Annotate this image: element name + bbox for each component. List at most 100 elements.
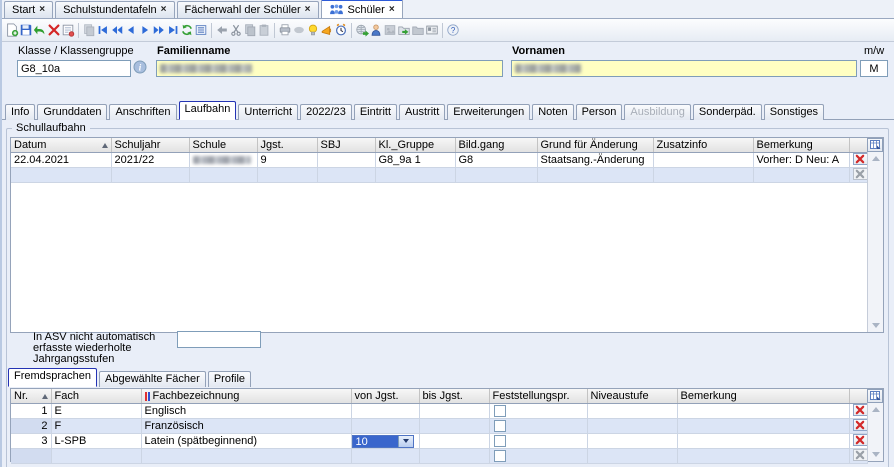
cell-zusatzinfo[interactable] [653,153,753,168]
cell-bis-jgst[interactable] [419,404,489,419]
cut-icon[interactable] [229,20,243,40]
repeat-grades-input[interactable] [177,331,261,348]
vertical-scrollbar[interactable] [867,152,883,332]
info-icon[interactable]: i [133,60,147,74]
tab-anschriften[interactable]: Anschriften [109,104,176,120]
delete-row-button[interactable] [853,404,868,416]
col-schuljahr[interactable]: Schuljahr [111,138,189,153]
cell-fachbezeichnung[interactable]: Englisch [141,404,351,419]
cell-nr[interactable]: 1 [11,404,51,419]
window-tab-schueler[interactable]: Schüler × [321,0,403,18]
chevron-down-icon[interactable] [398,436,413,447]
feststellungspr-checkbox[interactable] [494,420,506,432]
table-row[interactable]: 1 E Englisch [11,404,867,419]
cell-nr[interactable]: 3 [11,434,51,449]
col-fachbezeichnung[interactable]: Fachbezeichnung [141,389,351,404]
cell-von-jgst[interactable] [351,404,419,419]
col-bis-jgst[interactable]: bis Jgst. [419,389,489,404]
tab-info[interactable]: Info [5,104,35,120]
scroll-down-icon[interactable] [872,323,880,328]
tab-noten[interactable]: Noten [532,104,573,120]
window-tab-schulstundentafeln[interactable]: Schulstundentafeln × [55,1,174,18]
col-bemerkung[interactable]: Bemerkung [753,138,849,153]
tab-sonderpaed[interactable]: Sonderpäd. [693,104,762,120]
cell-niveaustufe[interactable] [587,434,677,449]
scroll-up-icon[interactable] [872,407,880,412]
print-icon[interactable] [278,20,292,40]
archive-folder-icon[interactable] [411,20,425,40]
rewind-icon[interactable] [110,20,124,40]
table-row[interactable]: 22.04.2021 2021/22 9 G8_9a 1 G8 Staatsan… [11,153,867,168]
tab-unterricht[interactable]: Unterricht [238,104,298,120]
cell-bildgang[interactable]: G8 [455,153,537,168]
von-jgst-combobox[interactable]: 10 [352,435,414,448]
column-config-button[interactable] [867,138,883,152]
tab-2022-23[interactable]: 2022/23 [300,104,352,120]
window-tab-start[interactable]: Start × [4,1,53,18]
tab-grunddaten[interactable]: Grunddaten [37,104,107,120]
cell-jgst[interactable]: 9 [257,153,317,168]
tab-sonstiges[interactable]: Sonstiges [764,104,824,120]
scroll-up-icon[interactable] [872,156,880,161]
fast-forward-icon[interactable] [152,20,166,40]
announcement-icon[interactable] [320,20,334,40]
cell-datum[interactable]: 22.04.2021 [11,153,111,168]
window-tab-faecherwahl[interactable]: Fächerwahl der Schüler × [177,1,319,18]
delete-row-button[interactable] [853,153,868,165]
col-schule[interactable]: Schule [189,138,257,153]
cell-bemerkung[interactable] [677,419,849,434]
vornamen-input[interactable] [511,60,857,77]
col-nr[interactable]: Nr. [11,389,51,404]
next-record-icon[interactable] [138,20,152,40]
help-icon[interactable]: ? [446,20,460,40]
import-folder-icon[interactable] [397,20,411,40]
close-icon[interactable]: × [305,5,311,15]
copy-record-icon[interactable] [82,20,96,40]
col-feststellungspr[interactable]: Feststellungspr. [489,389,587,404]
col-bemerkung[interactable]: Bemerkung [677,389,849,404]
tab-fremdsprachen[interactable]: Fremdsprachen [8,368,97,387]
paste-icon[interactable] [257,20,271,40]
delete-row-button[interactable] [853,419,868,431]
col-grund[interactable]: Grund für Änderung [537,138,653,153]
tab-eintritt[interactable]: Eintritt [354,104,397,120]
cell-schuljahr[interactable]: 2021/22 [111,153,189,168]
cell-fachbezeichnung[interactable]: Latein (spätbeginnend) [141,434,351,449]
cell-fach[interactable]: L-SPB [51,434,141,449]
close-icon[interactable]: × [161,5,167,15]
close-icon[interactable]: × [39,5,45,15]
list-view-icon[interactable] [194,20,208,40]
feststellungspr-checkbox[interactable] [494,405,506,417]
col-sbj[interactable]: SBJ [317,138,375,153]
refresh-icon[interactable] [180,20,194,40]
feststellungspr-checkbox[interactable] [494,435,506,447]
col-bildgang[interactable]: Bild.gang [455,138,537,153]
mw-input[interactable]: M [860,60,888,77]
delete-record-icon[interactable] [47,20,61,40]
feststellungspr-checkbox[interactable] [494,450,506,462]
cell-schule[interactable] [189,153,257,168]
preview-icon[interactable] [292,20,306,40]
tab-profile[interactable]: Profile [208,371,251,387]
table-row-empty[interactable] [11,168,867,183]
cell-bis-jgst[interactable] [419,419,489,434]
cell-fach[interactable]: E [51,404,141,419]
table-row-empty[interactable] [11,449,867,464]
col-niveaustufe[interactable]: Niveaustufe [587,389,677,404]
cell-bis-jgst[interactable] [419,434,489,449]
save-icon[interactable] [19,20,33,40]
cell-niveaustufe[interactable] [587,404,677,419]
new-record-icon[interactable] [5,20,19,40]
cell-grund[interactable]: Staatsang.-Änderung [537,153,653,168]
cell-bemerkung[interactable]: Vorher: D Neu: A [753,153,849,168]
photo-icon[interactable] [383,20,397,40]
tab-laufbahn[interactable]: Laufbahn [179,101,237,120]
copy-icon[interactable] [243,20,257,40]
col-zusatzinfo[interactable]: Zusatzinfo [653,138,753,153]
scroll-down-icon[interactable] [872,452,880,457]
cell-bemerkung[interactable] [677,434,849,449]
hint-icon[interactable] [306,20,320,40]
cell-bemerkung[interactable] [677,404,849,419]
delete-row-button[interactable] [853,434,868,446]
tab-erweiterungen[interactable]: Erweiterungen [447,104,530,120]
